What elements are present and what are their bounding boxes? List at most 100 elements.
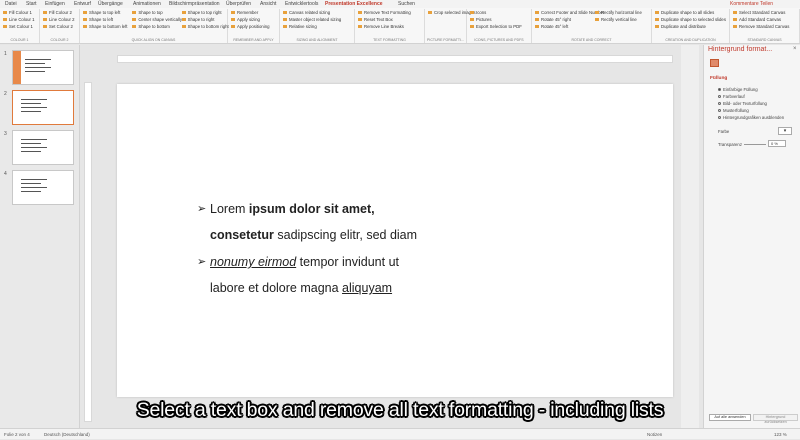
fill-option[interactable]: Hintergrundgrafiken ausblenden <box>718 115 784 120</box>
ribbon-button[interactable]: Remove Line Breaks <box>357 24 404 30</box>
slide-editor: ➢ Lorem ipsum dolor sit amet, consetetur… <box>81 45 696 428</box>
ribbon-button[interactable]: Pictures <box>469 17 492 23</box>
slide-thumbnail[interactable] <box>12 130 74 165</box>
bullet-1-line-2[interactable]: consetetur sadipscing elitr, sed diam <box>210 228 417 242</box>
status-bar: Folie 2 von 4 Deutsch (Deutschland) Noti… <box>0 428 800 439</box>
ribbon-group-7: Icons Pictures Export Selection to PDF ICON… <box>467 9 532 43</box>
ribbon-group-label: COLOUR 1 <box>10 38 29 42</box>
ribbon-button[interactable]: Shape to top <box>131 10 162 16</box>
ribbon-button[interactable]: Shape to left <box>82 17 113 23</box>
ribbon-button[interactable]: Fill Colour 1 <box>2 10 32 16</box>
close-icon[interactable]: × <box>793 46 797 52</box>
tab-einfügen[interactable]: Einfügen <box>45 0 65 8</box>
slide-thumbnail[interactable] <box>12 50 74 85</box>
ribbon-button[interactable]: Rotate 45° right <box>534 17 571 23</box>
ribbon-button[interactable]: Canvas related sizing <box>282 10 330 16</box>
ribbon-button[interactable]: Export Selection to PDF <box>469 24 522 30</box>
language-indicator[interactable]: Deutsch (Deutschland) <box>44 429 90 440</box>
color-picker-button[interactable]: ▾ <box>778 127 792 135</box>
ribbon-button[interactable]: Shape to right <box>181 17 215 23</box>
ribbon-button[interactable]: Remove Text Formatting <box>357 10 411 16</box>
transparency-label: Transparenz <box>718 142 742 147</box>
bullet-1-text: Lorem <box>210 202 249 216</box>
tab-bildschirmpräsentation[interactable]: Bildschirmpräsentation <box>169 0 220 8</box>
ribbon-group-label: PICTURE FORMATTI... <box>427 38 464 42</box>
ribbon-group-label: REMEMBER AND APPLY <box>233 38 274 42</box>
ribbon-button[interactable]: Line Colour 1 <box>2 17 35 23</box>
ribbon-button[interactable]: Shape to top right <box>181 10 222 16</box>
bullet-1-bold-text: ipsum dolor sit amet, <box>248 202 375 216</box>
ribbon-button[interactable]: Shape to bottom right <box>181 24 229 30</box>
ribbon-button[interactable]: Set Colour 2 <box>42 24 73 30</box>
ribbon-group-label: SIZING AND ALIGNMENT <box>296 38 338 42</box>
ribbon-button[interactable]: Apply sizing <box>230 17 260 23</box>
tab-entwicklertools[interactable]: Entwicklertools <box>285 0 318 8</box>
ribbon-button[interactable]: Remove Standard Canvas <box>732 24 789 30</box>
ribbon-button[interactable]: Shape to bottom left <box>82 24 127 30</box>
ribbon-button[interactable]: Remember <box>230 10 258 16</box>
ribbon-group-1: Fill Colour 2 Line Colour 2 Set Colour 2 CO… <box>40 9 80 43</box>
ribbon-group-label: COLOUR 2 <box>50 38 69 42</box>
thumbnail-number: 1 <box>4 51 7 57</box>
tab-entwurf[interactable]: Entwurf <box>74 0 91 8</box>
vertical-ruler <box>84 82 92 422</box>
comments-button[interactable]: Kommentare <box>730 0 759 8</box>
zoom-level[interactable]: 123 % <box>774 429 787 440</box>
tab-übergänge[interactable]: Übergänge <box>98 0 123 8</box>
ribbon-button[interactable]: Reset Text Box <box>357 17 393 23</box>
ribbon-button[interactable]: Duplicate shape to all slides <box>654 10 714 16</box>
bullet-2-line-1[interactable]: nonumy eirmod tempor invidunt ut <box>210 255 399 269</box>
ribbon-button[interactable]: Add Standard Canvas <box>732 17 781 23</box>
ribbon-button[interactable]: Shape to bottom <box>131 24 170 30</box>
ribbon-group-4: Canvas related sizing Master object relat… <box>280 9 355 43</box>
vertical-scrollbar[interactable] <box>681 45 699 428</box>
notes-button[interactable]: Notizen <box>647 429 662 440</box>
ribbon-button[interactable]: Icons <box>469 10 486 16</box>
ribbon-button[interactable]: Relative sizing <box>282 24 317 30</box>
transparency-value-input[interactable]: 0 % <box>768 140 786 147</box>
tab-start[interactable]: Start <box>26 0 37 8</box>
fill-section-header[interactable]: Füllung <box>710 76 727 81</box>
fill-option[interactable]: Farbverlauf <box>718 94 745 99</box>
ribbon-button[interactable]: Center shape vertically <box>131 17 182 23</box>
slide-canvas[interactable]: ➢ Lorem ipsum dolor sit amet, consetetur… <box>117 84 673 397</box>
ribbon-button[interactable]: Line Colour 2 <box>42 17 75 23</box>
bullet-2-line-2[interactable]: labore et dolore magna aliquyam <box>210 281 392 295</box>
ribbon-group-label: QUICK ALIGN ON CANVAS <box>131 38 176 42</box>
ribbon-group-5: Remove Text Formatting Reset Text Box Remo… <box>355 9 425 43</box>
thumbnail-number: 2 <box>4 91 7 97</box>
ribbon-button[interactable]: Rectify horizontal line <box>594 10 642 16</box>
bullet-2-text-2: labore et dolore magna <box>210 281 343 295</box>
ribbon-button[interactable]: Shape to top left <box>82 10 120 16</box>
ribbon-button[interactable]: Rotate 45° left <box>534 24 568 30</box>
share-button[interactable]: Teilen <box>757 0 776 8</box>
color-label: Farbe <box>718 129 730 134</box>
fill-option[interactable]: Musterfüllung <box>718 108 749 113</box>
ribbon-button[interactable]: Rectify vertical line <box>594 17 637 23</box>
format-background-pane: Hintergrund format... × Füllung Einfarbi… <box>703 45 800 428</box>
ribbon-button[interactable]: Set Colour 1 <box>2 24 33 30</box>
ribbon-button[interactable]: Duplicate shape to selected slides <box>654 17 726 23</box>
tab-datei[interactable]: Datei <box>5 0 17 8</box>
tab-ansicht[interactable]: Ansicht <box>260 0 276 8</box>
tab-suchen[interactable]: Suchen <box>398 0 415 8</box>
ribbon-button[interactable]: Duplicate and distribute <box>654 24 706 30</box>
fill-option[interactable]: Einfarbige Füllung <box>718 87 758 92</box>
bullet-1-line-1[interactable]: Lorem ipsum dolor sit amet, <box>210 202 375 216</box>
slide-thumbnail[interactable] <box>12 170 74 205</box>
slide-thumbnail[interactable] <box>12 90 74 125</box>
thumbnail-number: 4 <box>4 171 7 177</box>
ribbon-button[interactable]: Apply positioning <box>230 24 270 30</box>
transparency-slider[interactable] <box>744 144 766 145</box>
ribbon-group-8: Correct Footer and Slide Number Rotate 45… <box>532 9 652 43</box>
ribbon-group-3: Remember Apply sizing Apply positioning REM… <box>228 9 280 43</box>
bullet-1-bold-text-2: consetetur <box>210 228 274 242</box>
tab-animationen[interactable]: Animationen <box>133 0 161 8</box>
fill-option[interactable]: Bild- oder Texturfüllung <box>718 101 767 106</box>
ribbon-button[interactable]: Select Standard Canvas <box>732 10 785 16</box>
bullet-1-text-2: sadipscing elitr, sed diam <box>273 228 418 242</box>
paint-bucket-icon[interactable] <box>710 59 719 67</box>
tab-überprüfen[interactable]: Überprüfen <box>226 0 251 8</box>
ribbon-button[interactable]: Master object related sizing <box>282 17 341 23</box>
ribbon-button[interactable]: Fill Colour 2 <box>42 10 72 16</box>
